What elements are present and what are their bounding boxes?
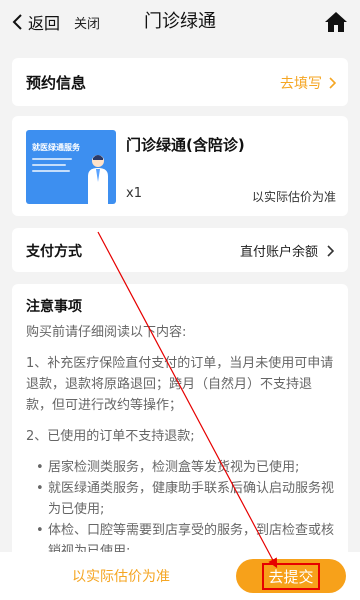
thumbnail-text-line bbox=[32, 164, 66, 166]
doctor-illustration-icon bbox=[88, 155, 108, 204]
appointment-info-label: 预约信息 bbox=[26, 74, 87, 92]
notes-item-2: 2、已使用的订单不支持退款; bbox=[26, 429, 195, 444]
product-thumbnail: 就医绿通服务 bbox=[26, 130, 116, 204]
payment-method-value: 直付账户余额 bbox=[239, 245, 318, 260]
estimate-note: 以实际估价为准 bbox=[72, 569, 170, 585]
chevron-right-icon bbox=[329, 77, 336, 89]
submit-label: 去提交 bbox=[262, 562, 320, 590]
fill-in-link[interactable]: 去填写 bbox=[280, 73, 336, 93]
notes-bullet-list: 居家检测类服务，检测盒等发货视为已使用; 就医绿通类服务，健康助手联系后确认启动… bbox=[36, 457, 334, 562]
product-quantity: x1 bbox=[126, 186, 142, 201]
close-button[interactable]: 关闭 bbox=[74, 13, 100, 32]
back-button[interactable]: 返回 bbox=[10, 10, 60, 34]
notes-card: 注意事项 购买前请仔细阅读以下内容: 1、补充医疗保险直付支付的订单，当月未使用… bbox=[12, 284, 348, 570]
payment-method-label: 支付方式 bbox=[26, 244, 82, 260]
notes-item-1: 1、补充医疗保险直付支付的订单，当月未使用可申请退款，退款将原路退回；跨月（自然… bbox=[26, 356, 334, 413]
submit-button[interactable]: 去提交 bbox=[236, 559, 346, 593]
notes-title: 注意事项 bbox=[26, 299, 82, 315]
thumbnail-text-line bbox=[32, 170, 70, 172]
fill-in-label: 去填写 bbox=[280, 76, 322, 92]
product-name: 门诊绿通(含陪诊) bbox=[126, 136, 245, 154]
thumbnail-title: 就医绿通服务 bbox=[32, 143, 80, 152]
product-price-note: 以实际估价为准 bbox=[251, 190, 336, 204]
chevron-left-icon bbox=[12, 14, 22, 30]
appointment-info-row[interactable]: 预约信息 去填写 bbox=[12, 58, 348, 106]
product-card: 就医绿通服务 门诊绿通(含陪诊) x1 以实际估价为准 bbox=[12, 116, 348, 216]
payment-method-selector[interactable]: 直付账户余额 bbox=[240, 241, 334, 260]
payment-method-row[interactable]: 支付方式 直付账户余额 bbox=[12, 228, 348, 272]
notes-bullet: 就医绿通类服务，健康助手联系后确认启动服务视为已使用; bbox=[36, 478, 334, 520]
notes-bullet: 居家检测类服务，检测盒等发货视为已使用; bbox=[36, 457, 334, 478]
back-label: 返回 bbox=[28, 14, 61, 33]
top-nav-bar: 返回 关闭 门诊绿通 bbox=[0, 0, 360, 44]
notes-body: 购买前请仔细阅读以下内容: 1、补充医疗保险直付支付的订单，当月未使用可申请退款… bbox=[26, 322, 334, 562]
bottom-action-bar: 以实际估价为准 去提交 bbox=[0, 552, 360, 600]
notes-intro: 购买前请仔细阅读以下内容: bbox=[26, 325, 187, 340]
chevron-right-icon bbox=[327, 244, 334, 257]
home-icon[interactable] bbox=[324, 10, 348, 34]
thumbnail-text-line bbox=[32, 158, 72, 160]
